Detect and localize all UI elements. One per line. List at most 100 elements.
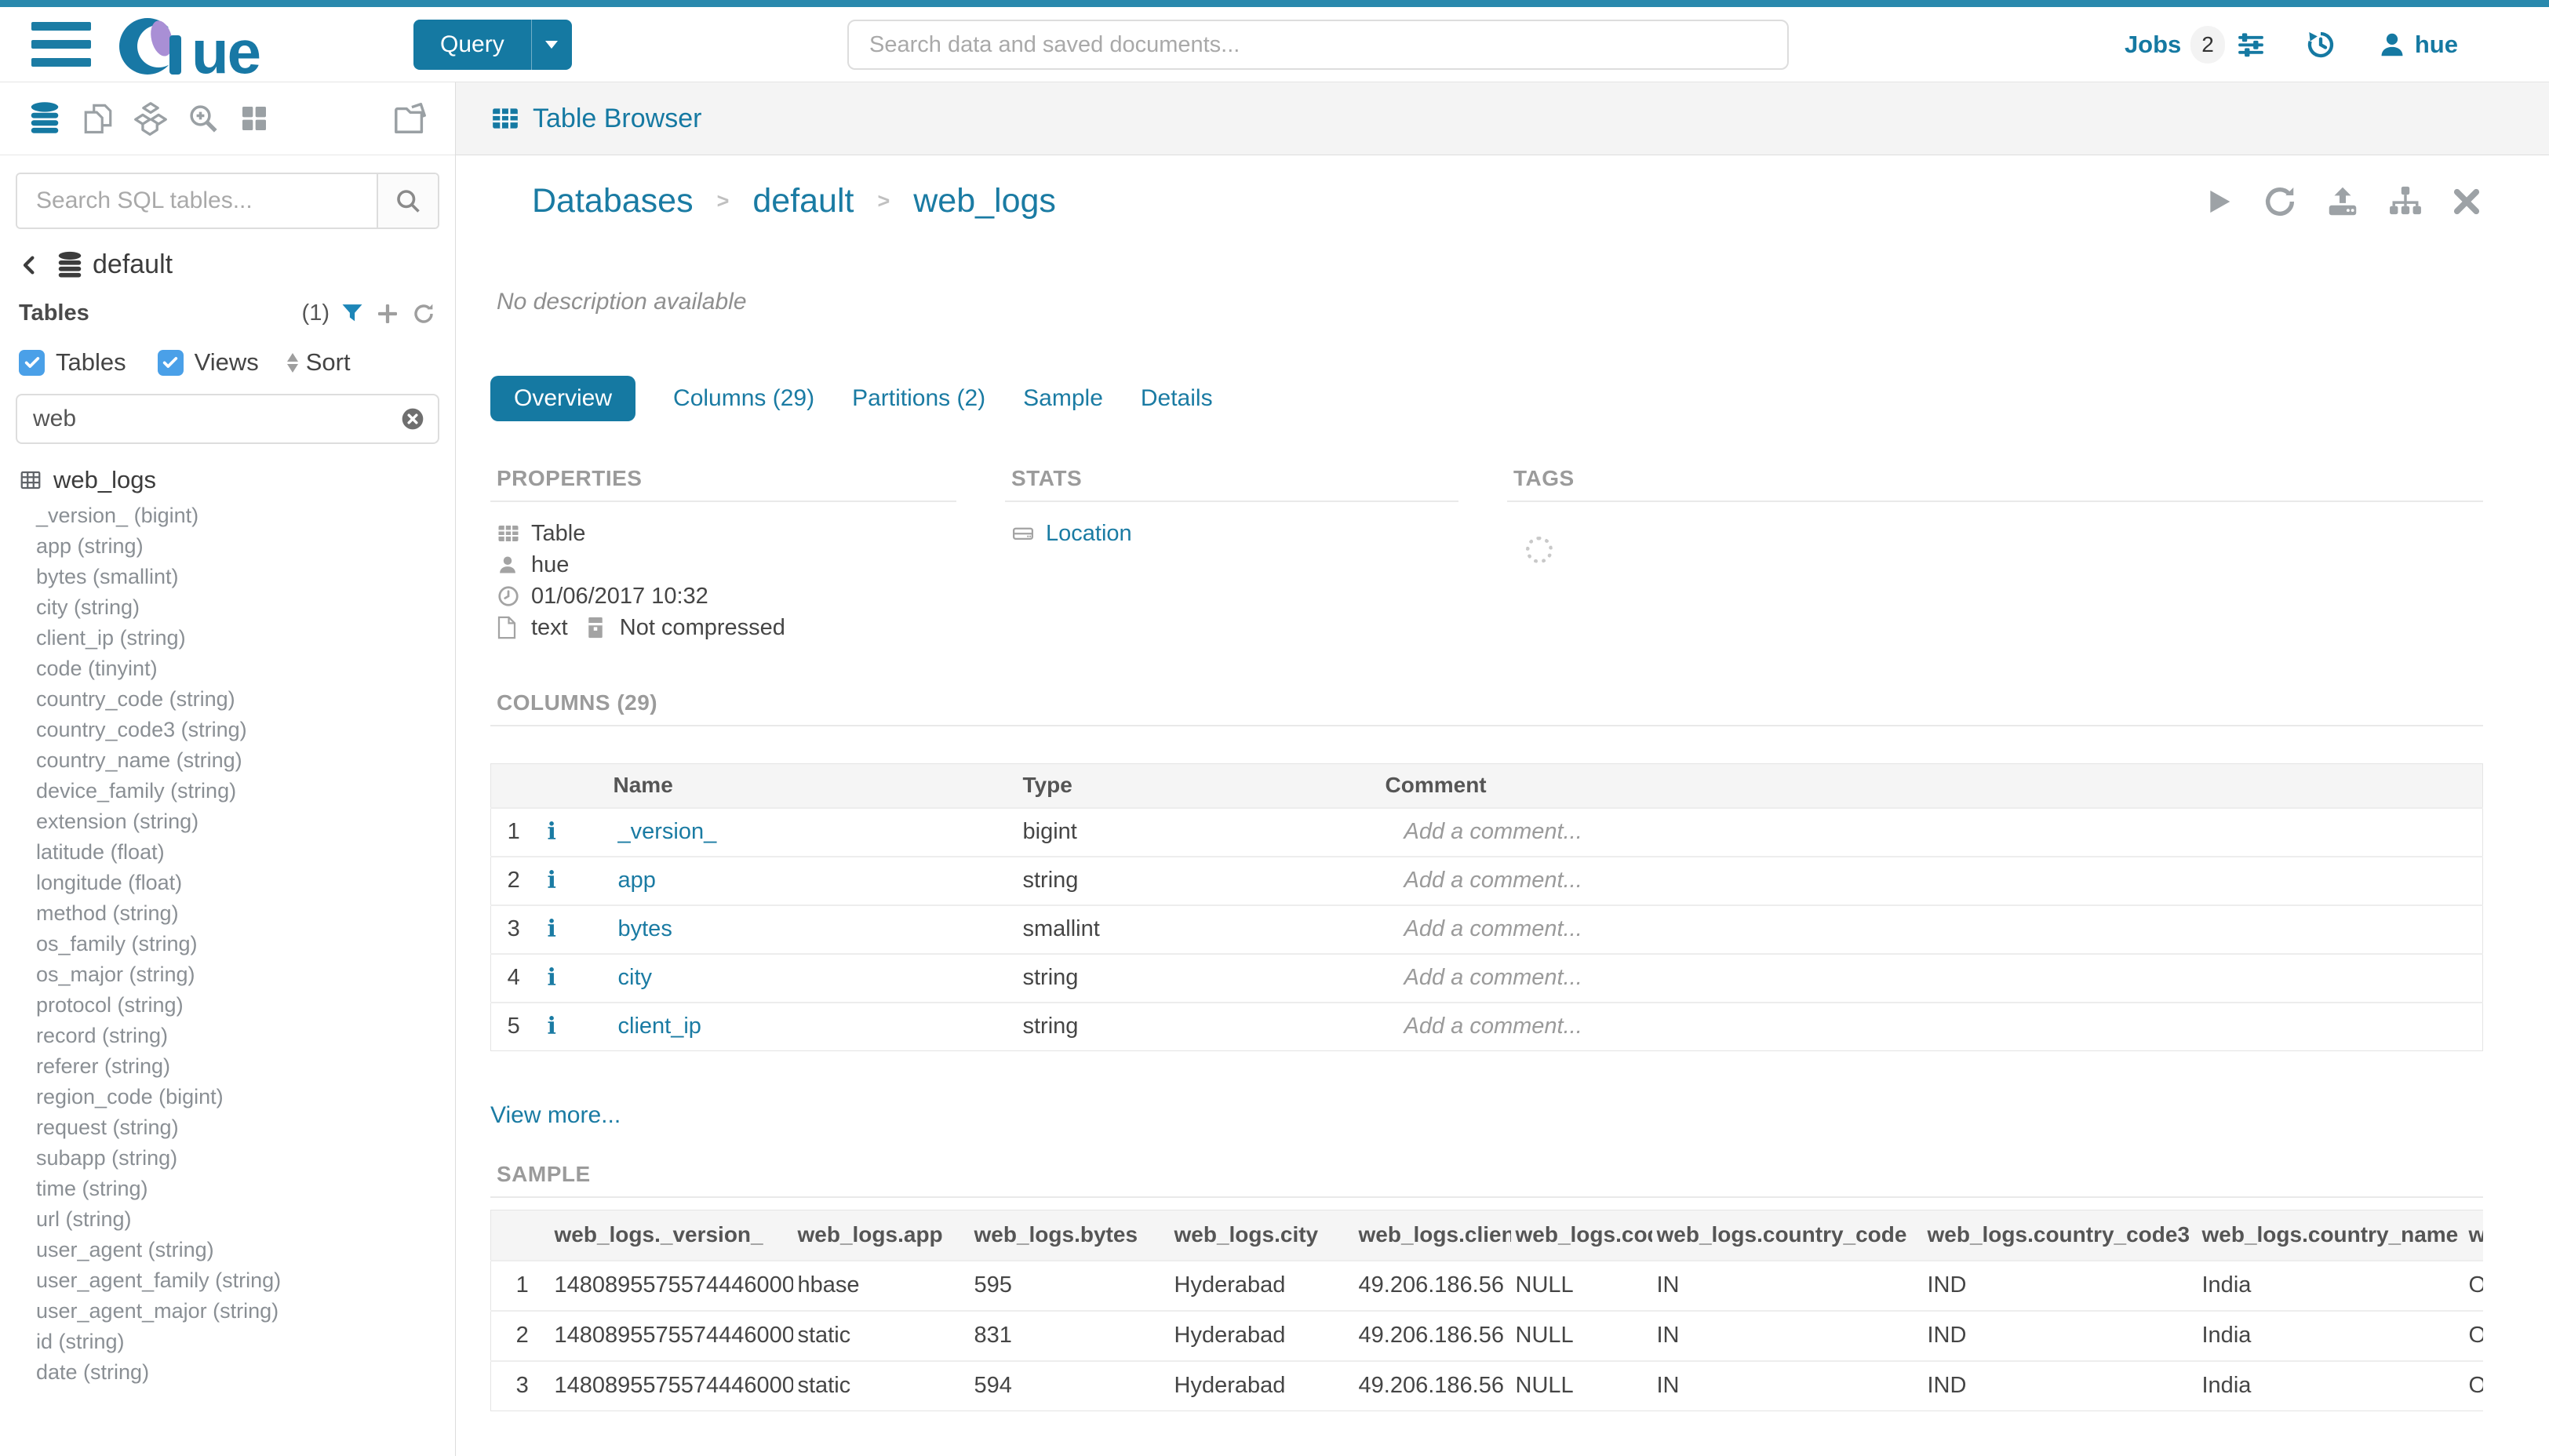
property-format-row: text Not compressed (490, 612, 956, 643)
close-icon[interactable] (2450, 185, 2483, 218)
column-name-link[interactable]: client_ip (618, 1014, 701, 1039)
tab-partitions[interactable]: Partitions (2) (852, 385, 985, 412)
sitemap-icon[interactable] (2387, 184, 2423, 220)
column-comment[interactable]: Add a comment... (1381, 1003, 2483, 1051)
tree-column-item[interactable]: user_agent_family (string) (36, 1265, 455, 1296)
user-menu[interactable]: hue (2377, 30, 2458, 60)
tree-column-item[interactable]: device_family (string) (36, 776, 455, 806)
tab-sample[interactable]: Sample (1023, 385, 1103, 412)
tree-column-item[interactable]: os_family (string) (36, 929, 455, 959)
sort-toggle[interactable]: Sort (286, 348, 351, 377)
hue-logo[interactable]: ue (119, 12, 260, 78)
tab-details[interactable]: Details (1141, 385, 1213, 412)
documents-icon[interactable] (82, 102, 115, 135)
database-icon (55, 250, 85, 280)
sql-databases-icon[interactable] (27, 100, 63, 136)
sample-cell: O (2464, 1311, 2484, 1361)
column-name-link[interactable]: _version_ (618, 819, 717, 844)
refresh-icon[interactable] (2262, 184, 2298, 220)
views-checkbox[interactable] (158, 350, 184, 376)
tree-column-item[interactable]: user_agent (string) (36, 1235, 455, 1265)
database-breadcrumb-row[interactable]: default (0, 249, 455, 280)
tree-column-item[interactable]: time (string) (36, 1174, 455, 1204)
left-assist-panel: default Tables (1) (0, 82, 456, 1456)
views-checkbox-label[interactable]: Views (195, 348, 259, 377)
tree-column-item[interactable]: request (string) (36, 1112, 455, 1143)
column-name-link[interactable]: app (618, 868, 656, 893)
global-search-input[interactable] (847, 20, 1789, 70)
jobs-link[interactable]: Jobs (2125, 31, 2181, 59)
tree-column-item[interactable]: user_agent_major (string) (36, 1296, 455, 1327)
sample-cell: NULL (1511, 1261, 1652, 1311)
column-comment[interactable]: Add a comment... (1381, 857, 2483, 905)
tree-column-item[interactable]: _version_ (bigint) (36, 500, 455, 531)
jobs-sliders-icon[interactable] (2236, 30, 2266, 60)
view-more-link[interactable]: View more... (490, 1102, 621, 1129)
hamburger-menu-button[interactable] (31, 22, 91, 67)
tree-column-item[interactable]: url (string) (36, 1204, 455, 1235)
query-button[interactable]: Query (413, 20, 531, 70)
upload-icon[interactable] (2325, 184, 2361, 220)
top-accent-bar (0, 0, 2549, 7)
tables-checkbox-label[interactable]: Tables (56, 348, 126, 377)
tree-column-item[interactable]: longitude (float) (36, 868, 455, 898)
history-icon[interactable] (2305, 29, 2336, 60)
info-icon[interactable]: i (548, 818, 556, 846)
info-icon[interactable]: i (548, 1013, 556, 1040)
tree-column-item[interactable]: referer (string) (36, 1051, 455, 1082)
info-icon[interactable]: i (548, 867, 556, 894)
sql-table-search-button[interactable] (377, 174, 438, 228)
tree-column-item[interactable]: id (string) (36, 1327, 455, 1357)
tree-column-item[interactable]: bytes (smallint) (36, 562, 455, 592)
add-table-plus-icon[interactable] (375, 301, 400, 326)
tab-columns[interactable]: Columns (29) (673, 385, 814, 412)
tree-column-item[interactable]: date (string) (36, 1357, 455, 1388)
apps-grid-icon[interactable] (239, 103, 270, 134)
tree-column-item[interactable]: country_code (string) (36, 684, 455, 715)
column-comment[interactable]: Add a comment... (1381, 808, 2483, 857)
column-comment[interactable]: Add a comment... (1381, 954, 2483, 1003)
breadcrumb-default[interactable]: default (752, 182, 854, 220)
tree-column-item[interactable]: country_name (string) (36, 745, 455, 776)
tables-checkbox[interactable] (19, 350, 45, 376)
tree-column-item[interactable]: protocol (string) (36, 990, 455, 1021)
stats-location-row: Location (1005, 518, 1458, 549)
sample-cell: static (793, 1311, 970, 1361)
tree-column-item[interactable]: extension (string) (36, 806, 455, 837)
tree-column-item[interactable]: client_ip (string) (36, 623, 455, 653)
tree-column-item[interactable]: record (string) (36, 1021, 455, 1051)
column-name-link[interactable]: city (618, 965, 653, 990)
info-icon[interactable]: i (548, 915, 556, 943)
tree-column-item[interactable]: latitude (float) (36, 837, 455, 868)
tree-column-item[interactable]: code (tinyint) (36, 653, 455, 684)
location-link[interactable]: Location (1046, 521, 1132, 547)
hdfs-cubes-icon[interactable] (133, 101, 168, 136)
filter-funnel-icon[interactable] (340, 302, 364, 326)
chevron-left-icon[interactable] (17, 253, 41, 277)
tab-overview[interactable]: Overview (490, 376, 635, 421)
tree-column-item[interactable]: city (string) (36, 592, 455, 623)
tree-column-item[interactable]: os_major (string) (36, 959, 455, 990)
info-icon[interactable]: i (548, 964, 556, 992)
jobs-count-badge[interactable]: 2 (2190, 26, 2225, 64)
query-dropdown-caret[interactable] (531, 20, 572, 70)
breadcrumb-databases[interactable]: Databases (532, 182, 694, 220)
tree-column-item[interactable]: country_code3 (string) (36, 715, 455, 745)
clear-filter-icon[interactable] (400, 406, 425, 431)
refresh-tables-icon[interactable] (411, 301, 436, 326)
breadcrumb-web-logs[interactable]: web_logs (913, 182, 1056, 220)
table-filter-input[interactable] (17, 406, 400, 432)
tree-column-item[interactable]: method (string) (36, 898, 455, 929)
column-comment[interactable]: Add a comment... (1381, 905, 2483, 954)
search-zoom-icon[interactable] (187, 102, 220, 135)
tree-column-item[interactable]: subapp (string) (36, 1143, 455, 1174)
projects-folder-icon[interactable] (392, 100, 428, 136)
tree-item-web-logs[interactable]: web_logs (19, 466, 455, 494)
tree-column-item[interactable]: region_code (bigint) (36, 1082, 455, 1112)
query-play-icon[interactable] (2204, 184, 2235, 219)
table-description[interactable]: No description available (497, 289, 2483, 315)
column-name-link[interactable]: bytes (618, 916, 672, 941)
sql-table-search-input[interactable] (17, 174, 377, 228)
tree-column-item[interactable]: app (string) (36, 531, 455, 562)
name-column-header: Name (597, 764, 1018, 808)
